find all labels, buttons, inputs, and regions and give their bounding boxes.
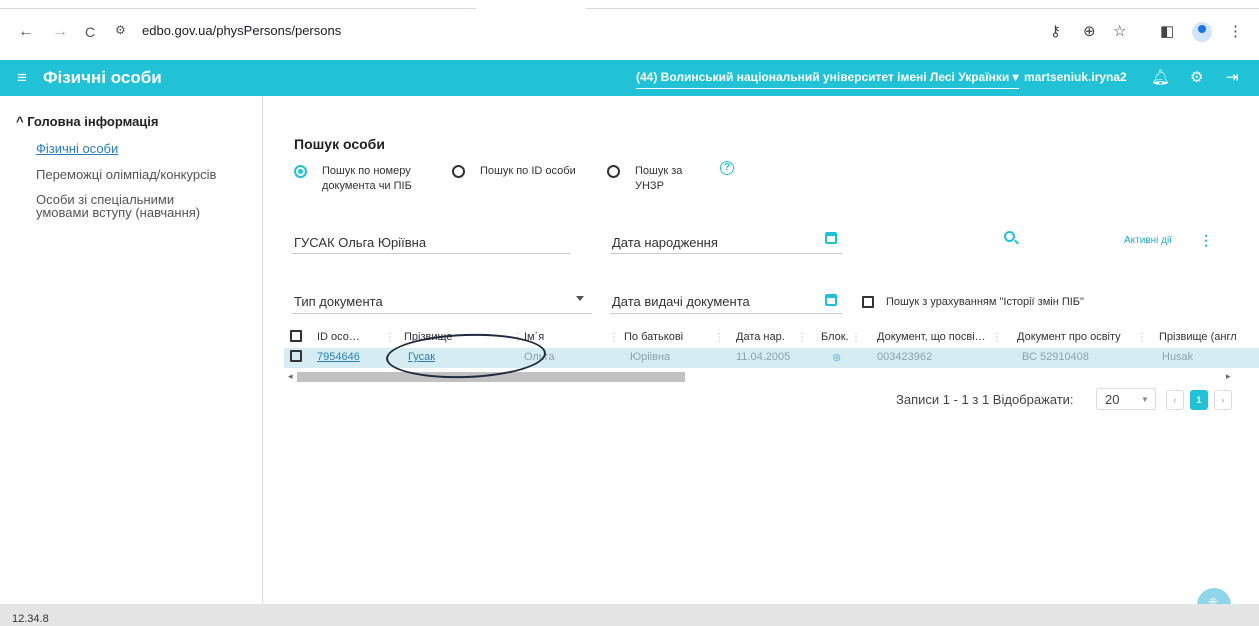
page-title: Фізичні особи — [43, 68, 162, 87]
kebab-icon[interactable]: ⋮ — [1199, 232, 1213, 249]
cell-surname-en: Husak — [1162, 351, 1194, 363]
pager-info: Записи 1 - 1 з 1 Відображати: — [896, 392, 1074, 407]
sidepanel-icon[interactable]: ◧ — [1160, 23, 1174, 41]
footer: 12.34.8 — [0, 604, 1259, 626]
col-header-surname-en[interactable]: Прізвище (англ — [1159, 331, 1237, 343]
username[interactable]: martseniuk.iryna2 — [1024, 70, 1127, 84]
url-text[interactable]: edbo.gov.ua/physPersons/persons — [142, 23, 341, 38]
bell-icon[interactable]: 🔔︎ — [1151, 68, 1170, 86]
reload-icon[interactable]: C — [85, 23, 95, 41]
tab-strip — [0, 0, 1259, 9]
back-icon[interactable]: ← — [18, 23, 34, 41]
sidebar-item-olympiad-winners[interactable]: Переможці олімпіад/конкурсів — [36, 168, 216, 181]
search-title: Пошук особи — [294, 136, 385, 152]
chevron-down-icon[interactable] — [576, 296, 584, 301]
blocked-icon: ⊗ — [832, 352, 842, 364]
col-menu-icon[interactable]: ⋮ — [992, 332, 1002, 343]
col-menu-icon[interactable]: ⋮ — [797, 332, 807, 343]
tab[interactable] — [0, 0, 476, 9]
scroll-left-icon[interactable]: ◂ — [288, 371, 293, 382]
sidebar-item-persons[interactable]: Фізичні особи — [36, 142, 118, 155]
page-size-value: 20 — [1105, 392, 1120, 407]
history-label: Пошук з урахуванням "Історії змін ПІБ" — [886, 296, 1084, 308]
app-header: ≡ Фізичні особи (44) Волинський націонал… — [0, 60, 1259, 96]
zoom-icon[interactable]: ⊕ — [1083, 23, 1096, 41]
cell-birth-date: 11.04.2005 — [736, 351, 791, 363]
cell-edu-doc: ВС 52910408 — [1022, 351, 1089, 363]
col-header-birth-date[interactable]: Дата нар. — [736, 331, 785, 343]
search-icon[interactable] — [1004, 231, 1015, 242]
sidebar: ^ Головна інформація Фізичні особи Перем… — [0, 96, 263, 604]
site-settings-icon[interactable]: ⚙ — [115, 23, 126, 37]
prev-page-button[interactable]: ‹ — [1166, 390, 1184, 410]
star-icon[interactable]: ☆ — [1113, 23, 1126, 41]
radio-search-by-id[interactable] — [452, 165, 465, 178]
menu-icon[interactable]: ≡ — [17, 68, 27, 88]
name-input-value: ГУСАК Ольга Юріївна — [294, 235, 427, 250]
key-icon[interactable]: ⚷ — [1050, 23, 1061, 41]
col-menu-icon[interactable]: ⋮ — [851, 332, 861, 343]
col-menu-icon[interactable]: ⋮ — [609, 332, 619, 343]
doc-type-label: Тип документа — [294, 294, 383, 309]
col-menu-icon[interactable]: ⋮ — [1137, 332, 1147, 343]
browser-toolbar: ← → C ⚙ edbo.gov.ua/physPersons/persons … — [0, 0, 1259, 60]
calendar-icon[interactable] — [825, 232, 837, 244]
cell-id-doc: 003423962 — [877, 351, 933, 363]
col-header-edu-doc[interactable]: Документ про освіту — [1017, 331, 1121, 343]
nav-row: ← → C ⚙ edbo.gov.ua/physPersons/persons … — [0, 14, 1259, 50]
radio-label: Пошук по ID особи — [480, 165, 576, 177]
select-all-checkbox[interactable] — [290, 330, 302, 342]
forward-icon[interactable]: → — [52, 23, 68, 41]
cell-id-link[interactable]: 7954646 — [317, 351, 360, 363]
issue-date-label: Дата видачі документа — [612, 294, 750, 309]
row-checkbox[interactable] — [290, 350, 302, 362]
page-1-button[interactable]: 1 — [1190, 390, 1208, 410]
help-icon[interactable]: ? — [720, 161, 734, 175]
sidebar-section-main-info[interactable]: ^ Головна інформація — [16, 114, 159, 129]
col-menu-icon[interactable]: ⋮ — [714, 332, 724, 343]
calendar-icon[interactable] — [825, 294, 837, 306]
radio-search-by-unzr[interactable] — [607, 165, 620, 178]
col-header-id-doc[interactable]: Документ, що посві… — [877, 331, 986, 343]
university-label: (44) Волинський національний університет… — [636, 70, 1010, 84]
birth-date-label: Дата народження — [612, 235, 718, 250]
scroll-right-icon[interactable]: ▸ — [1226, 371, 1231, 382]
logout-icon[interactable]: ⇥ — [1226, 68, 1239, 86]
col-menu-icon[interactable]: ⋮ — [385, 332, 395, 343]
radio-label: Пошук за УНЗР — [635, 165, 683, 192]
history-checkbox[interactable] — [862, 296, 874, 308]
profile-icon[interactable] — [1192, 22, 1212, 42]
university-select[interactable]: (44) Волинський національний університет… — [636, 70, 1019, 89]
cell-patronymic: Юріівна — [630, 351, 671, 363]
radio-search-by-doc[interactable] — [294, 165, 307, 178]
page-size-select[interactable]: 20 ▼ — [1096, 388, 1156, 410]
col-header-id[interactable]: ID осо… — [317, 331, 360, 343]
active-actions-link[interactable]: Активні дії — [1124, 235, 1172, 246]
tab[interactable] — [586, 0, 1259, 9]
col-header-blocked[interactable]: Блок. — [821, 331, 849, 343]
col-header-patronymic[interactable]: По батькові — [624, 331, 683, 343]
radio-label: Пошук по номеру документа чи ПІБ — [322, 165, 412, 192]
sidebar-item-special-conditions-line2[interactable]: умовами вступу (навчання) — [36, 206, 200, 219]
chevron-down-icon: ▼ — [1141, 395, 1149, 404]
next-page-button[interactable]: › — [1214, 390, 1232, 410]
gear-icon[interactable]: ⚙ — [1190, 68, 1203, 86]
kebab-menu-icon[interactable]: ⋮ — [1228, 23, 1243, 41]
version-label: 12.34.8 — [12, 613, 49, 625]
